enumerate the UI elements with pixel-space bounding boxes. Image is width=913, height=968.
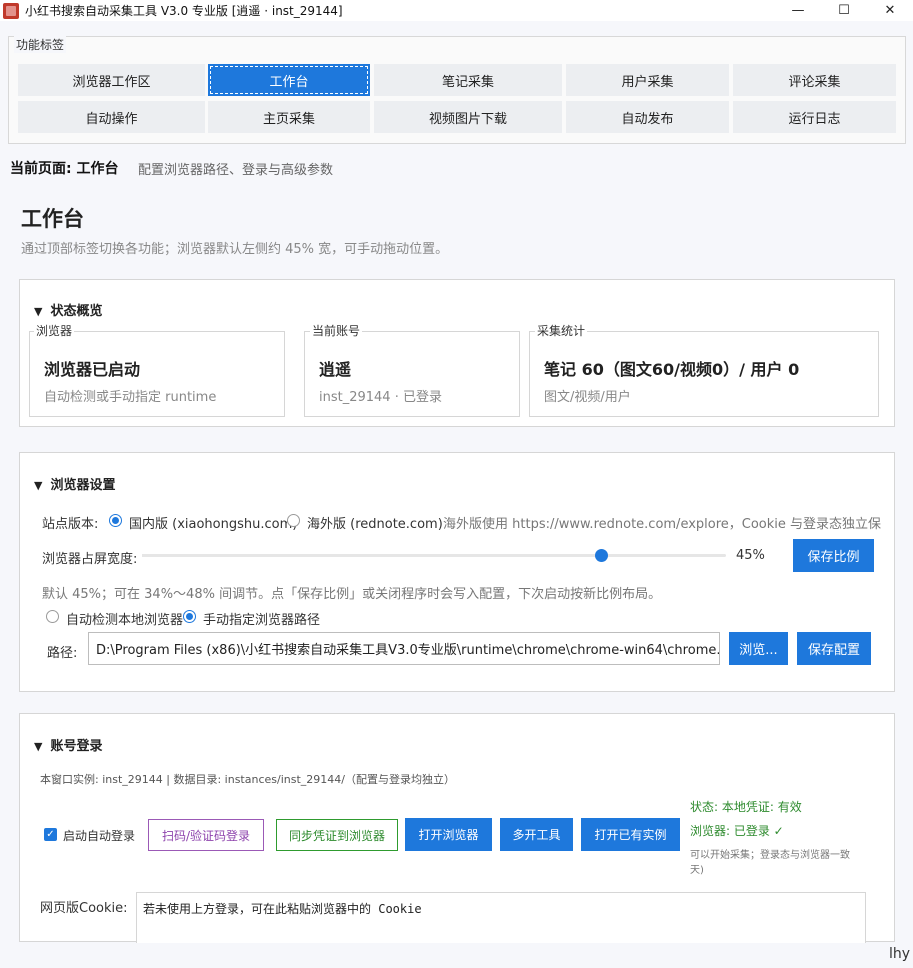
open-browser-button[interactable]: 打开浏览器 xyxy=(405,818,492,851)
tab-browser-workspace[interactable]: 浏览器工作区 xyxy=(18,64,205,96)
browser-status-card: 浏览器已启动 自动检测或手动指定 runtime xyxy=(29,331,285,417)
browse-button[interactable]: 浏览... xyxy=(729,632,788,665)
collapse-triangle-icon: ▼ xyxy=(34,305,43,318)
account-card-label: 当前账号 xyxy=(310,322,363,339)
browser-path-input[interactable]: D:\Program Files (x86)\小红书搜索自动采集工具V3.0专业… xyxy=(88,632,720,665)
status-overview-section: ▼ 状态概览 浏览器已启动 自动检测或手动指定 runtime 逍遥 inst_2… xyxy=(19,279,895,427)
sync-credentials-button[interactable]: 同步凭证到浏览器 xyxy=(276,819,398,851)
title-bar: 小红书搜索自动采集工具 V3.0 专业版 [逍遥 · inst_29144] —… xyxy=(0,0,913,21)
browser-width-slider-fill xyxy=(142,554,601,557)
status-overview-header[interactable]: ▼ 状态概览 xyxy=(34,300,102,319)
browser-width-label: 浏览器占屏宽度: xyxy=(42,552,138,567)
account-status-value: 逍遥 xyxy=(319,360,352,379)
maximize-button[interactable]: ☐ xyxy=(821,0,867,21)
manual-path-radio[interactable] xyxy=(183,610,196,623)
account-status-card: 逍遥 inst_29144 · 已登录 xyxy=(304,331,520,417)
tab-auto-operate[interactable]: 自动操作 xyxy=(18,101,205,133)
page-subtitle: 通过顶部标签切换各功能；浏览器默认左侧约 45% 宽，可手动拖动位置。 xyxy=(21,242,449,257)
tab-auto-publish[interactable]: 自动发布 xyxy=(566,101,729,133)
browser-login-status: 浏览器: 已登录 ✓ xyxy=(690,824,784,838)
app-logo-icon xyxy=(3,2,19,19)
window-controls: — ☐ ✕ xyxy=(775,0,913,21)
auto-login-checkbox[interactable]: ✓ xyxy=(44,828,57,841)
ready-hint-line1: 可以开始采集；登录态与浏览器一致 xyxy=(690,850,850,861)
collect-stats-value: 笔记 60（图文60/视频0）/ 用户 0 xyxy=(544,360,800,379)
collapse-triangle-icon: ▼ xyxy=(34,740,43,753)
credential-status: 状态: 本地凭证: 有效 xyxy=(690,800,802,814)
browser-width-value: 45% xyxy=(736,548,765,563)
site-version-label: 站点版本: xyxy=(42,517,99,532)
auto-detect-radio[interactable] xyxy=(46,610,59,623)
auto-login-label[interactable]: 启动自动登录 xyxy=(63,827,135,844)
tab-homepage-collect[interactable]: 主页采集 xyxy=(208,101,370,133)
stats-card-label: 采集统计 xyxy=(535,322,588,339)
minimize-button[interactable]: — xyxy=(775,0,821,21)
page-title: 工作台 xyxy=(21,207,84,231)
browser-settings-title: 浏览器设置 xyxy=(50,478,116,493)
corner-initials: lhy xyxy=(888,946,910,962)
browser-status-value: 浏览器已启动 xyxy=(44,360,141,379)
tab-run-log[interactable]: 运行日志 xyxy=(733,101,896,133)
collect-stats-sub: 图文/视频/用户 xyxy=(544,390,631,405)
tab-workbench[interactable]: 工作台 xyxy=(208,64,370,96)
tab-media-download[interactable]: 视频图片下载 xyxy=(374,101,562,133)
status-overview-title: 状态概览 xyxy=(50,304,103,319)
collapse-triangle-icon: ▼ xyxy=(34,479,43,492)
tab-comment-collect[interactable]: 评论采集 xyxy=(733,64,896,96)
collect-stats-card: 笔记 60（图文60/视频0）/ 用户 0 图文/视频/用户 xyxy=(529,331,879,417)
account-status-sub: inst_29144 · 已登录 xyxy=(319,390,442,405)
save-ratio-button[interactable]: 保存比例 xyxy=(793,539,874,572)
site-domestic-label[interactable]: 国内版 (xiaohongshu.com) xyxy=(129,513,297,532)
account-login-header[interactable]: ▼ 账号登录 xyxy=(34,735,102,754)
cookie-label: 网页版Cookie: xyxy=(40,901,128,916)
site-overseas-radio[interactable] xyxy=(287,514,300,527)
browser-width-slider[interactable] xyxy=(142,549,726,562)
browser-status-sub: 自动检测或手动指定 runtime xyxy=(44,390,217,405)
qr-login-button[interactable]: 扫码/验证码登录 xyxy=(148,819,264,851)
instance-info: 本窗口实例: inst_29144 | 数据目录: instances/inst… xyxy=(40,773,455,786)
path-label: 路径: xyxy=(47,646,78,661)
cookie-textarea[interactable]: 若未使用上方登录，可在此粘贴浏览器中的 Cookie xyxy=(136,892,866,943)
ready-hint-line2: 天) xyxy=(690,865,704,876)
account-login-section: ▼ 账号登录 本窗口实例: inst_29144 | 数据目录: instance… xyxy=(19,713,895,943)
open-instance-button[interactable]: 打开已有实例 xyxy=(581,818,680,851)
browser-settings-header[interactable]: ▼ 浏览器设置 xyxy=(34,474,115,493)
window-title: 小红书搜索自动采集工具 V3.0 专业版 [逍遥 · inst_29144] xyxy=(25,4,343,18)
auto-detect-label[interactable]: 自动检测本地浏览器 xyxy=(66,609,183,628)
function-tabs-legend: 功能标签 xyxy=(14,36,67,53)
save-config-button[interactable]: 保存配置 xyxy=(797,632,871,665)
browser-width-hint: 默认 45%；可在 34%～48% 间调节。点「保存比例」或关闭程序时会写入配置… xyxy=(42,587,662,602)
current-page-desc: 配置浏览器路径、登录与高级参数 xyxy=(138,163,334,178)
current-page-label: 当前页面: 工作台 xyxy=(10,161,119,177)
tab-note-collect[interactable]: 笔记采集 xyxy=(374,64,562,96)
close-button[interactable]: ✕ xyxy=(867,0,913,21)
account-login-title: 账号登录 xyxy=(50,739,103,754)
site-overseas-note: 海外版使用 https://www.rednote.com/explore，Co… xyxy=(443,517,882,532)
multi-open-tool-button[interactable]: 多开工具 xyxy=(500,818,573,851)
browser-settings-section: ▼ 浏览器设置 站点版本: 国内版 (xiaohongshu.com) 海外版 (… xyxy=(19,452,895,692)
browser-width-slider-thumb[interactable] xyxy=(595,549,608,562)
site-domestic-radio[interactable] xyxy=(109,514,122,527)
tab-user-collect[interactable]: 用户采集 xyxy=(566,64,729,96)
manual-path-label[interactable]: 手动指定浏览器路径 xyxy=(203,609,320,628)
site-overseas-label[interactable]: 海外版 (rednote.com) xyxy=(307,513,443,532)
browser-card-label: 浏览器 xyxy=(34,322,75,339)
